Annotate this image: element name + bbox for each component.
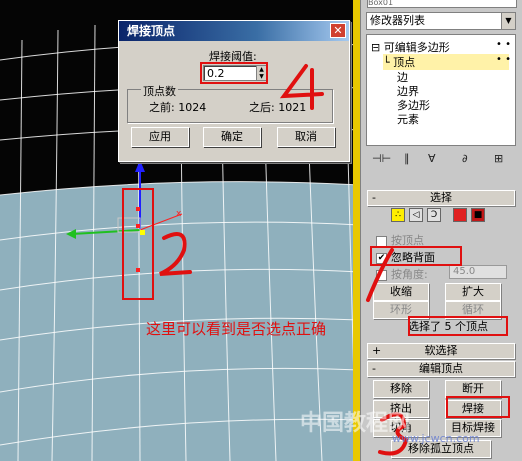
- annotation-marks: 4 2 1 3: [159, 64, 409, 456]
- annotation-number-4: 4: [306, 79, 307, 81]
- watermark-site: www.jcwcn.com: [392, 432, 480, 445]
- annotation-number-3: 3: [390, 439, 391, 441]
- annotation-number-2: 2: [170, 259, 171, 261]
- annotation-note: 这里可以看到是否选点正确: [146, 320, 327, 338]
